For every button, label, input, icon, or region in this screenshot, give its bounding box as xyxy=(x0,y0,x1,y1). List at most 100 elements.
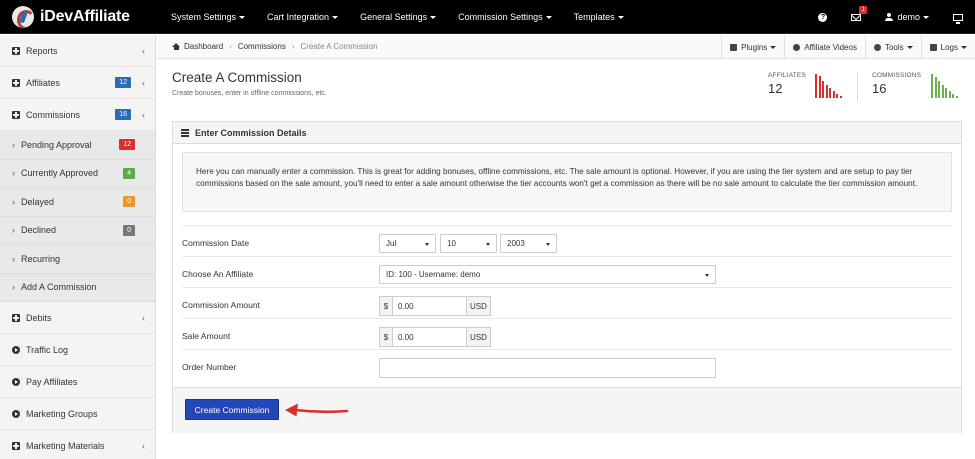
plugins-button[interactable]: Plugins xyxy=(721,35,784,59)
sidebar-subitem-delayed[interactable]: › Delayed 0 xyxy=(0,188,155,217)
month-select[interactable]: Jul xyxy=(379,234,436,253)
caret-down-icon xyxy=(545,15,552,19)
plus-square-icon xyxy=(12,46,20,55)
sidebar-item-traffic-log[interactable]: Traffic Log xyxy=(0,334,155,366)
breadcrumb-commissions[interactable]: Commissions xyxy=(238,42,286,51)
sidebar-subitem-add-a-commission[interactable]: › Add A Commission xyxy=(0,273,155,302)
chevron-right-icon: › xyxy=(12,225,15,236)
plus-square-icon xyxy=(12,441,20,450)
sidebar-item-label: Recurring xyxy=(21,253,61,264)
list-icon xyxy=(181,129,189,137)
sparkline-bar xyxy=(839,95,842,98)
messages-badge: 1 xyxy=(859,5,867,14)
breadcrumb-current: Create A Commission xyxy=(300,42,378,51)
help-button[interactable]: ? xyxy=(806,12,839,22)
sale-amount-input[interactable]: 0.00 xyxy=(392,327,467,347)
affiliate-row: Choose An Affiliate ID: 100 - Username: … xyxy=(182,256,952,287)
caret-down-icon xyxy=(430,15,437,19)
sparkline-bar xyxy=(938,81,940,98)
user-name: demo xyxy=(897,12,920,22)
screen-button[interactable] xyxy=(941,13,975,24)
messages-button[interactable]: 1 xyxy=(839,5,873,21)
day-select[interactable]: 10 xyxy=(440,234,497,253)
sidebar-item-label: Pay Affiliates xyxy=(26,376,78,387)
breadcrumb-dashboard[interactable]: Dashboard xyxy=(184,42,223,51)
sparkline-bar xyxy=(945,88,947,98)
chevron-left-icon: ‹ xyxy=(142,109,145,120)
form-label: Order Number xyxy=(182,362,237,372)
menu-general-settings[interactable]: General Settings xyxy=(349,12,447,22)
tool-label: Affiliate Videos xyxy=(804,42,857,52)
caret-down-icon xyxy=(617,15,624,19)
sparkline-bar xyxy=(836,93,838,98)
top-menu: System Settings Cart Integration General… xyxy=(160,0,635,34)
file-icon xyxy=(929,43,937,51)
select-value: ID: 100 - Username: demo xyxy=(386,270,481,279)
sparkline-bar xyxy=(934,77,937,98)
tool-label: Logs xyxy=(940,42,958,52)
sidebar-item-debits[interactable]: Debits ‹ xyxy=(0,302,155,334)
caret-down-icon xyxy=(546,243,550,246)
caret-down-icon xyxy=(961,45,967,49)
circle-arrow-icon xyxy=(12,345,20,354)
year-select[interactable]: 2003 xyxy=(500,234,557,253)
sidebar-item-label: Reports xyxy=(26,45,58,56)
brand-name: iDevAffiliate xyxy=(40,8,130,25)
user-menu[interactable]: demo xyxy=(873,12,941,22)
plus-square-icon xyxy=(12,110,20,119)
sparkline-bar xyxy=(825,84,828,98)
caret-down-icon xyxy=(906,45,913,49)
top-right-tools: ? 1 demo xyxy=(806,0,975,34)
menu-label: General Settings xyxy=(360,12,428,22)
tool-label: Plugins xyxy=(741,42,768,52)
affiliate-select[interactable]: ID: 100 - Username: demo xyxy=(379,265,716,284)
plus-square-icon xyxy=(12,78,20,87)
sidebar-subitem-pending-approval[interactable]: › Pending Approval 12 xyxy=(0,131,155,160)
sidebar-item-label: Debits xyxy=(26,312,52,323)
affiliate-videos-button[interactable]: Affiliate Videos xyxy=(784,35,865,59)
count-badge: 12 xyxy=(119,139,135,151)
sparkline-bar xyxy=(941,85,944,98)
sidebar-subitem-recurring[interactable]: › Recurring xyxy=(0,245,155,274)
count-badge: 16 xyxy=(115,109,131,120)
menu-cart-integration[interactable]: Cart Integration xyxy=(256,12,349,22)
commissions-stat: COMMISSIONS 16 xyxy=(872,72,921,96)
currency-code: USD xyxy=(466,327,491,347)
stat-label: COMMISSIONS xyxy=(872,72,922,79)
sidebar-item-pay-affiliates[interactable]: Pay Affiliates xyxy=(0,366,155,398)
page-subtitle: Create bonuses, enter in offline commiss… xyxy=(172,90,327,97)
sidebar-item-reports[interactable]: Reports ‹ xyxy=(0,35,155,67)
sidebar-subitem-declined[interactable]: › Declined 0 xyxy=(0,216,155,245)
sidebar-item-label: Commissions xyxy=(26,109,81,120)
brand[interactable]: iDevAffiliate xyxy=(0,0,156,34)
menu-templates[interactable]: Templates xyxy=(563,12,635,22)
form-label: Commission Date xyxy=(182,238,250,248)
caret-down-icon xyxy=(770,45,777,49)
sidebar-item-affiliates[interactable]: Affiliates 12 ‹ xyxy=(0,67,155,99)
sidebar-item-label: Traffic Log xyxy=(26,344,69,355)
breadcrumb: Dashboard › Commissions › Create A Commi… xyxy=(157,35,975,59)
sidebar-subitem-currently-approved[interactable]: › Currently Approved 4 xyxy=(0,159,155,188)
chevron-right-icon: › xyxy=(12,282,15,293)
create-commission-button[interactable]: Create Commission xyxy=(185,399,279,420)
commission-amount-input[interactable]: 0.00 xyxy=(392,296,467,316)
caret-down-icon xyxy=(239,15,246,19)
chevron-left-icon: ‹ xyxy=(142,77,145,88)
order-number-input[interactable] xyxy=(379,358,716,378)
chevron-right-icon: › xyxy=(12,168,15,179)
sidebar-item-marketing-groups[interactable]: Marketing Groups xyxy=(0,398,155,430)
sidebar-item-marketing-materials[interactable]: Marketing Materials ‹ xyxy=(0,430,155,459)
sidebar-item-label: Declined xyxy=(21,225,57,236)
select-value: Jul xyxy=(386,239,397,248)
menu-commission-settings[interactable]: Commission Settings xyxy=(447,12,563,22)
circle-arrow-icon xyxy=(12,377,20,386)
menu-system-settings[interactable]: System Settings xyxy=(160,12,256,22)
breadcrumb-tools: Plugins Affiliate Videos Tools Logs xyxy=(721,35,975,59)
tools-button[interactable]: Tools xyxy=(864,35,921,59)
logs-button[interactable]: Logs xyxy=(920,35,975,59)
sidebar-item-commissions[interactable]: Commissions 16 ‹ xyxy=(0,99,155,131)
sparkline-bar xyxy=(832,91,835,98)
panel-footer: Create Commission xyxy=(173,387,961,433)
stat-divider xyxy=(857,72,858,102)
order-number-row: Order Number xyxy=(182,349,952,380)
